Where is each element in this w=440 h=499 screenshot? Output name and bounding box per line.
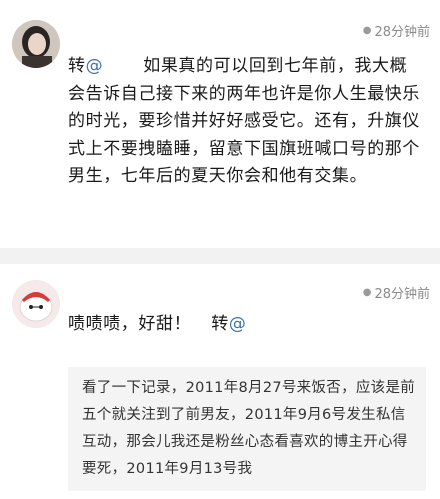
white-robot-avatar-icon <box>12 280 60 328</box>
girl-photo-avatar-icon <box>12 20 60 68</box>
dot-icon: ● <box>362 25 372 36</box>
dot-icon: ● <box>362 287 372 298</box>
user-avatar[interactable] <box>12 280 60 328</box>
user-avatar[interactable] <box>12 20 60 68</box>
comment-time: ● 28分钟前 <box>362 287 430 302</box>
comment-text: 转@ 如果真的可以回到七年前，我大概会告诉自己接下来的两年也许是你人生最快乐的时光… <box>68 53 424 191</box>
comment-card-1: ● 28分钟前 转@ 如果真的可以回到七年前，我大概会告诉自己接下来的两年也许是你… <box>0 0 440 248</box>
quoted-post[interactable]: 看了一下记录，2011年8月27号来饭否，应该是前五个就关注到了前男友，2011… <box>68 367 426 491</box>
repost-prefix: 转 <box>211 314 229 334</box>
quoted-text: 看了一下记录，2011年8月27号来饭否，应该是前五个就关注到了前男友，2011… <box>82 380 416 477</box>
comment-text: 啧啧啧，好甜！ 转@ <box>68 311 424 339</box>
repost-prefix: 转 <box>68 56 86 76</box>
mention-link[interactable]: @ <box>86 56 104 76</box>
comment-time: ● 28分钟前 <box>362 25 430 40</box>
comment-body: 如果真的可以回到七年前，我大概会告诉自己接下来的两年也许是你人生最快乐的时光，要… <box>68 56 420 186</box>
comment-body: 啧啧啧，好甜！ <box>68 314 192 334</box>
mention-link[interactable]: @ <box>229 314 247 334</box>
